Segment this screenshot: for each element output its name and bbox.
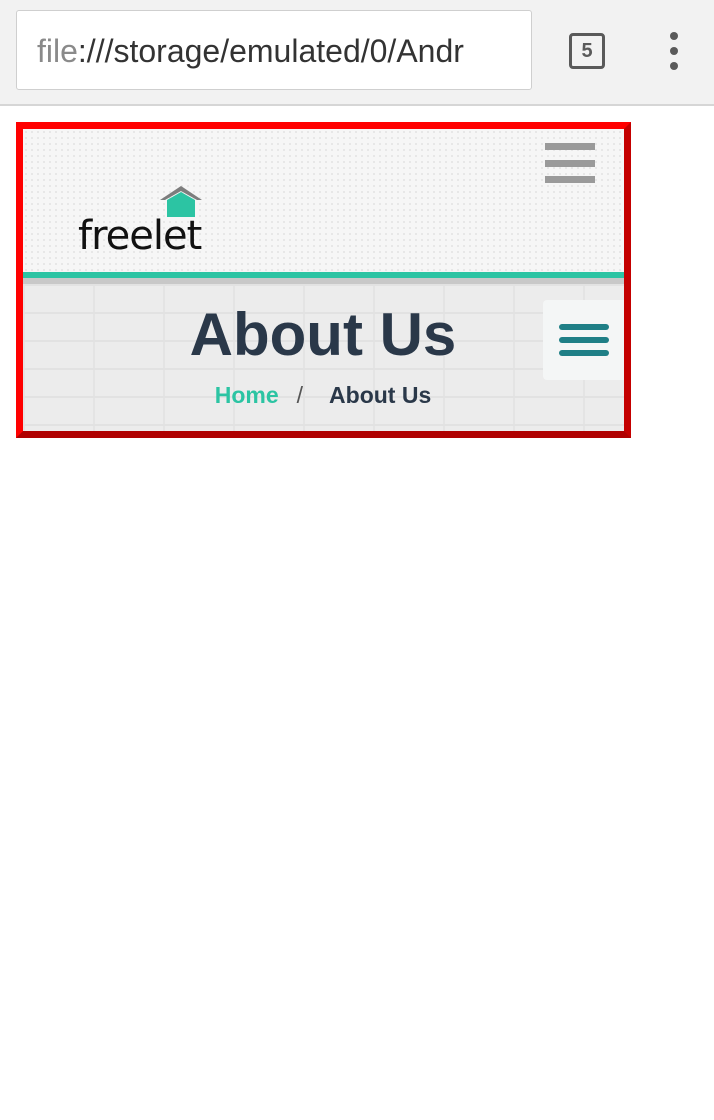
url-scheme: file: [37, 33, 78, 69]
page-content-frame: freelet About Us Home / About Us: [16, 122, 631, 438]
logo-text: freelet: [78, 213, 202, 259]
hamburger-menu-icon[interactable]: [545, 143, 595, 183]
browser-toolbar: file:///storage/emulated/0/Andr 5: [0, 0, 714, 106]
page-title: About Us: [189, 301, 457, 368]
site-header: freelet: [23, 129, 624, 272]
tab-switcher-icon[interactable]: 5: [569, 33, 605, 69]
breadcrumb-separator: /: [296, 382, 304, 408]
site-logo[interactable]: freelet: [78, 184, 218, 259]
menu-bar: [559, 350, 609, 356]
url-path: :///storage/emulated/0/Andr: [77, 33, 464, 69]
breadcrumb-home-link[interactable]: Home: [215, 382, 279, 408]
breadcrumb: Home / About Us: [23, 379, 623, 411]
page-banner: About Us Home / About Us: [23, 284, 624, 431]
menu-bar: [559, 324, 609, 330]
overflow-menu-icon[interactable]: [666, 32, 682, 70]
breadcrumb-current: About Us: [329, 382, 432, 408]
tab-count: 5: [581, 39, 593, 62]
url-bar[interactable]: file:///storage/emulated/0/Andr: [16, 10, 532, 90]
menu-toggle-button[interactable]: [543, 300, 624, 380]
menu-bar: [559, 337, 609, 343]
